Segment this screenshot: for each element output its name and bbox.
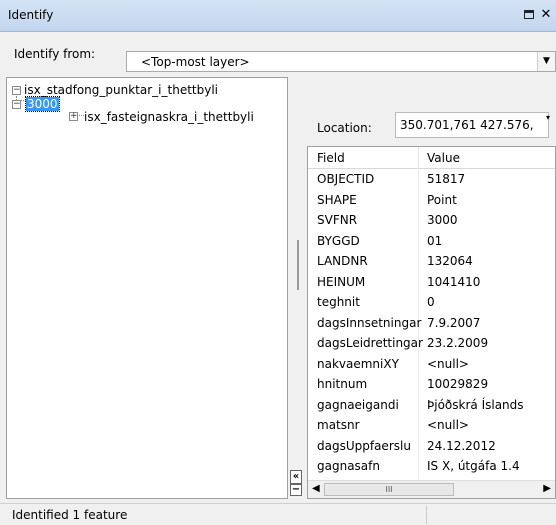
field-name: OBJECTID bbox=[317, 172, 375, 186]
field-value: 7.9.2007 bbox=[427, 315, 481, 330]
window-title: Identify bbox=[8, 8, 54, 22]
minus-icon[interactable]: − bbox=[290, 484, 302, 496]
table-row[interactable]: LANDNR 132064 bbox=[308, 251, 555, 272]
table-row[interactable]: BYGGD 01 bbox=[308, 231, 555, 252]
column-divider[interactable] bbox=[418, 147, 419, 169]
table-row[interactable]: HEINUM 1041410 bbox=[308, 272, 555, 293]
field-name: SVFNR bbox=[317, 213, 358, 227]
attribute-grid: Field Value OBJECTID 51817 SHAPE Point SVFNR… bbox=[307, 146, 556, 499]
identify-from-dropdown[interactable]: <Top-most layer> ▼ bbox=[126, 51, 556, 72]
expand-grandchild-icon[interactable]: + bbox=[69, 112, 78, 121]
results-tree[interactable]: − isx_stadfong_punktar_i_thettbyli − 300… bbox=[6, 77, 288, 499]
maximize-icon[interactable] bbox=[521, 6, 537, 24]
field-value: 01 bbox=[427, 233, 443, 248]
field-value: 3000 bbox=[427, 213, 458, 227]
field-value: 23.2.2009 bbox=[427, 336, 489, 350]
identify-from-label: Identify from: bbox=[14, 47, 96, 61]
table-row[interactable]: dagsLeidrettingar 23.2.2009 bbox=[308, 333, 555, 354]
dropdown-arrow-icon[interactable]: ▼ bbox=[537, 52, 555, 71]
field-name: dagsUppfaerslu bbox=[317, 438, 411, 453]
horizontal-scrollbar[interactable]: ◀ III ▶ bbox=[308, 480, 555, 498]
identify-from-value: <Top-most layer> bbox=[141, 55, 250, 69]
status-bar: Identified 1 feature bbox=[0, 503, 556, 525]
field-name: nakvaemniXY bbox=[317, 356, 399, 371]
field-value: <null> bbox=[427, 418, 469, 432]
table-row[interactable]: OBJECTID 51817 bbox=[308, 169, 555, 190]
status-divider bbox=[426, 506, 427, 524]
title-bar: Identify ✕ bbox=[0, 0, 556, 32]
collapse-root-icon[interactable]: − bbox=[12, 86, 21, 95]
field-value: 10029829 bbox=[427, 377, 489, 391]
field-name: dagsLeidrettingar bbox=[317, 336, 423, 350]
splitter-handle[interactable] bbox=[297, 240, 299, 290]
field-name: teghnit bbox=[317, 295, 360, 309]
table-row[interactable]: matsnr <null> bbox=[308, 415, 555, 436]
field-name: BYGGD bbox=[317, 233, 360, 248]
location-label: Location: bbox=[317, 121, 372, 135]
field-value: 0 bbox=[427, 295, 435, 309]
table-row[interactable]: teghnit 0 bbox=[308, 292, 555, 313]
table-row[interactable]: SVFNR 3000 bbox=[308, 210, 555, 231]
tree-child-node[interactable]: 3000 bbox=[25, 96, 60, 112]
field-name: hnitnum bbox=[317, 377, 368, 391]
table-row[interactable]: gagnasafn IS X, útgáfa 1.4 bbox=[308, 456, 555, 477]
field-value: 1041410 bbox=[427, 274, 481, 289]
table-row[interactable]: hnitnum 10029829 bbox=[308, 374, 555, 395]
tree-root-node[interactable]: isx_stadfong_punktar_i_thettbyli bbox=[24, 83, 218, 97]
field-name: gagnasafn bbox=[317, 459, 380, 473]
grid-rows: OBJECTID 51817 SHAPE Point SVFNR 3000 BYGGD 01 L… bbox=[308, 169, 555, 477]
location-menu-icon[interactable]: ▾ bbox=[540, 112, 556, 124]
field-value: <null> bbox=[427, 356, 469, 371]
field-value: 24.12.2012 bbox=[427, 438, 496, 453]
grid-header: Field Value bbox=[308, 147, 555, 169]
field-name: SHAPE bbox=[317, 192, 357, 207]
table-row[interactable]: gagnaeigandi Þjóðskrá Íslands bbox=[308, 395, 555, 416]
tree-grandchild-node[interactable]: isx_fasteignaskra_i_thettbyli bbox=[84, 110, 254, 124]
field-name: gagnaeigandi bbox=[317, 397, 399, 412]
status-text: Identified 1 feature bbox=[12, 508, 128, 522]
field-name: HEINUM bbox=[317, 274, 366, 289]
field-value: 51817 bbox=[427, 172, 466, 186]
scroll-left-icon[interactable]: ◀ bbox=[312, 483, 320, 494]
field-value: IS X, útgáfa 1.4 bbox=[427, 459, 520, 473]
close-icon[interactable]: ✕ bbox=[538, 6, 554, 24]
field-value: 132064 bbox=[427, 254, 473, 268]
field-name: dagsInnsetningar bbox=[317, 315, 422, 330]
table-row[interactable]: nakvaemniXY <null> bbox=[308, 354, 555, 375]
table-row[interactable]: dagsInnsetningar 7.9.2007 bbox=[308, 313, 555, 334]
collapse-panel-icon[interactable]: « bbox=[290, 470, 302, 484]
field-value: Þjóðskrá Íslands bbox=[427, 397, 524, 412]
scrollbar-thumb[interactable]: III bbox=[324, 483, 454, 496]
collapse-child-icon[interactable]: − bbox=[12, 100, 21, 109]
field-name: matsnr bbox=[317, 418, 360, 432]
table-row[interactable]: dagsUppfaerslu 24.12.2012 bbox=[308, 436, 555, 457]
value-column-header[interactable]: Value bbox=[427, 151, 460, 165]
field-name: LANDNR bbox=[317, 254, 368, 268]
field-value: Point bbox=[427, 192, 457, 207]
location-value: 350.701,761 427.576, bbox=[395, 112, 549, 138]
table-row[interactable]: SHAPE Point bbox=[308, 190, 555, 211]
field-column-header[interactable]: Field bbox=[317, 151, 345, 165]
scroll-right-icon[interactable]: ▶ bbox=[543, 483, 551, 494]
